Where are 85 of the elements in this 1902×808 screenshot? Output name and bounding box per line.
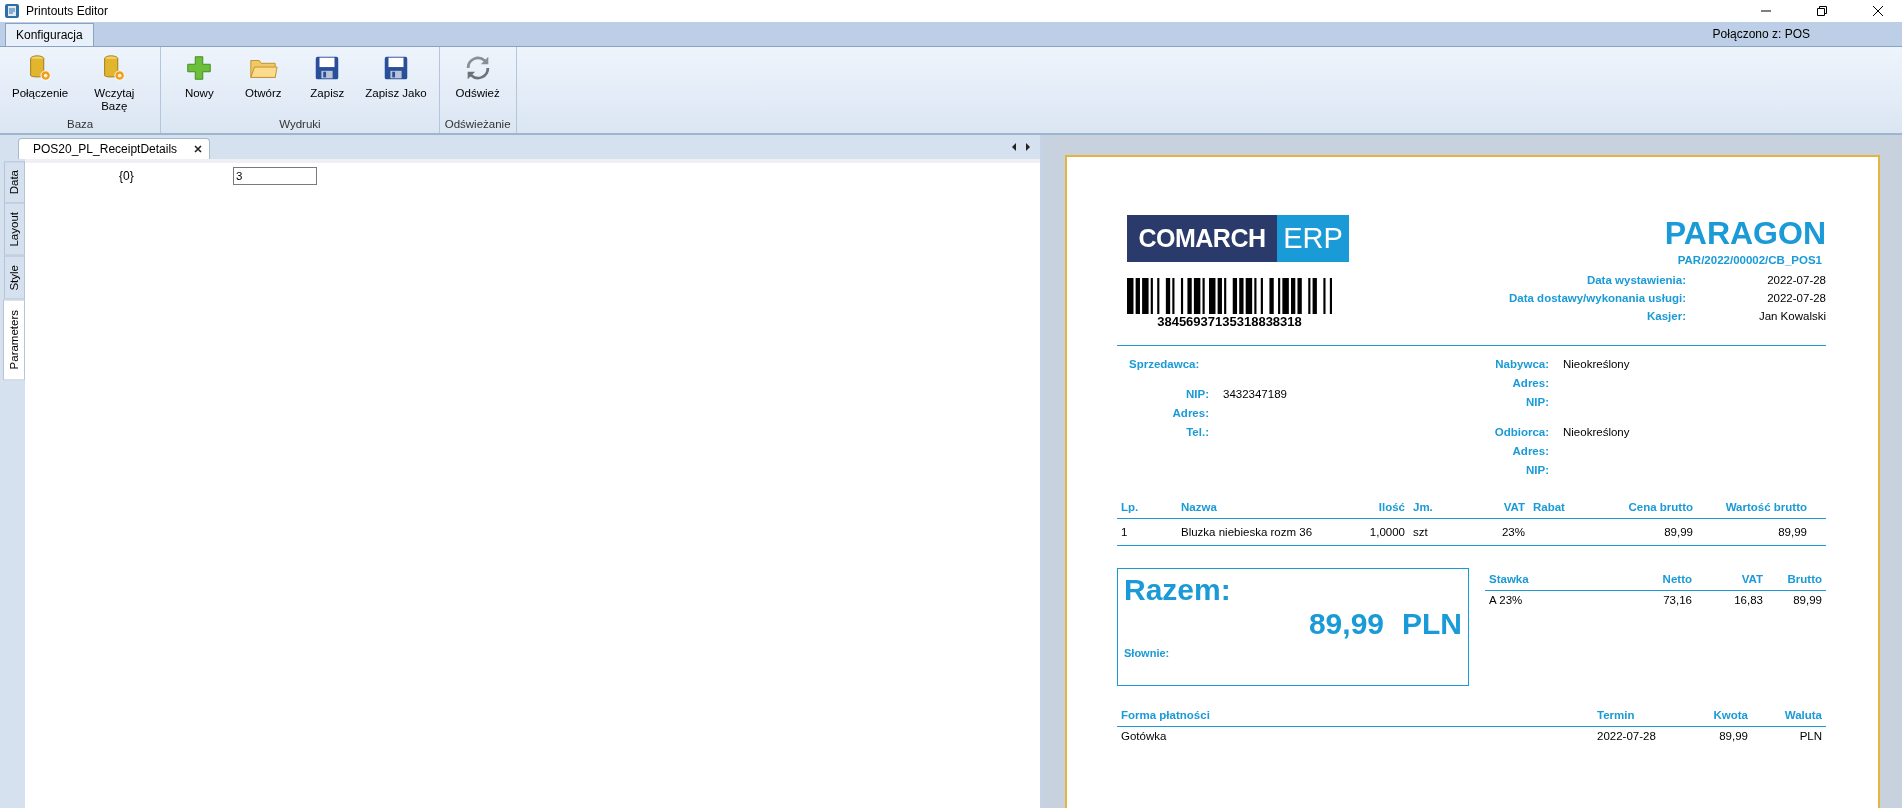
field-value: 3432347189 [1223, 388, 1288, 402]
column-header: Nazwa [1180, 500, 1218, 515]
column-header: VAT [1740, 572, 1764, 587]
restore-icon[interactable] [1816, 5, 1828, 17]
field-label: Data dostawy/wykonania usługi: [1509, 292, 1686, 304]
document-tab[interactable]: POS20_PL_ReceiptDetails [18, 138, 211, 159]
parameter-label: {0} [118, 169, 135, 183]
field-label: Słownie: [1124, 647, 1171, 659]
column-header: Termin [1596, 708, 1636, 723]
field-label: Odbiorca: [1493, 426, 1549, 440]
column-header: Cena brutto [1627, 500, 1694, 515]
logo-wordmark: ERP [1277, 215, 1349, 262]
side-tab[interactable]: Data [4, 161, 25, 204]
table-cell-text: 1 [1120, 525, 1129, 540]
side-tab[interactable]: Layout [4, 203, 25, 256]
table-cell-text: Bluzka niebieska rozm 36 [1180, 525, 1314, 540]
ribbon-button[interactable]: Otwórz [231, 51, 296, 118]
app-icon [4, 3, 20, 19]
column-header: Stawka [1488, 572, 1530, 587]
column-header: Rabat [1532, 500, 1566, 515]
table-cell-text: 89,99 [1718, 729, 1749, 744]
ribbon-button[interactable]: Zapisz [295, 51, 360, 118]
column-header: Wartość brutto [1724, 500, 1808, 515]
table-cell-text: 89,99 [1777, 525, 1808, 540]
table-cell-text: 89,99 [1663, 525, 1694, 540]
column-header: Lp. [1120, 500, 1140, 515]
column-header: Waluta [1783, 708, 1823, 723]
field-value: Nieokreślony [1563, 426, 1631, 440]
field-label: Kasjer: [1646, 310, 1686, 322]
column-header: Netto [1661, 572, 1693, 587]
field-label: Sprzedawca: [1129, 358, 1201, 370]
total-currency: PLN [1402, 607, 1462, 641]
total-amount: 89,99 [1308, 607, 1384, 641]
ribbon-group-label: Baza [66, 118, 95, 132]
ribbon-tab[interactable]: Konfiguracja [5, 23, 94, 46]
ribbon-button[interactable]: Zapisz Jako [359, 51, 433, 118]
table-cell-text: A 23% [1488, 593, 1524, 608]
ribbon-group-label: Odświeżanie [443, 118, 512, 132]
scroll-right-icon[interactable] [1024, 142, 1032, 152]
close-icon[interactable] [193, 144, 204, 154]
scroll-left-icon[interactable] [1010, 142, 1018, 152]
field-label: NIP: [1185, 388, 1209, 402]
window-title: Printouts Editor [26, 4, 109, 18]
table-cell-text: Gotówka [1120, 729, 1168, 744]
column-header: Forma płatności [1120, 708, 1211, 723]
logo-wordmark: COMARCH [1127, 215, 1277, 262]
field-label: Nabywca: [1494, 358, 1549, 372]
field-label: NIP: [1525, 396, 1549, 410]
field-value: Nieokreślony [1563, 358, 1631, 372]
column-header: Jm. [1412, 500, 1434, 515]
table-cell-text: 2022-07-28 [1596, 729, 1657, 744]
ribbon-button[interactable]: Połączenie [6, 51, 75, 118]
ribbon-group-label: Wydruki [278, 118, 322, 132]
ribbon-button[interactable]: Wczytaj Bazę [74, 51, 155, 118]
close-icon[interactable] [1872, 5, 1884, 17]
barcode-number: 38456937135318838318 [1156, 314, 1303, 329]
column-header: Kwota [1712, 708, 1749, 723]
total-label: Razem: [1124, 573, 1232, 607]
field-label: Adres: [1511, 445, 1549, 459]
field-label: Data wystawienia: [1585, 274, 1686, 286]
table-cell-text: 23% [1500, 525, 1526, 540]
ribbon-button[interactable]: Odśwież [445, 51, 510, 118]
field-label: NIP: [1525, 464, 1549, 478]
field-value: 2022-07-28 [1766, 292, 1826, 304]
table-cell-text: PLN [1798, 729, 1823, 744]
field-label: Adres: [1511, 377, 1549, 391]
ribbon-button[interactable]: Nowy [167, 51, 232, 118]
field-label: Adres: [1171, 407, 1209, 421]
field-value: Jan Kowalski [1757, 310, 1826, 322]
table-cell-text: 1,0000 [1368, 525, 1406, 540]
connection-status: Połączono z: POS [1712, 27, 1810, 41]
document-number: PAR/2022/00002/CB_POS1 [1677, 254, 1822, 266]
document-title: PARAGON [1664, 215, 1826, 252]
column-header: Brutto [1786, 572, 1823, 587]
side-tab[interactable]: Style [4, 255, 25, 300]
table-cell-text: 16,83 [1733, 593, 1764, 608]
parameter-input[interactable]: 3 [233, 167, 317, 185]
column-header: VAT [1502, 500, 1526, 515]
side-tab[interactable]: Parameters [3, 299, 25, 381]
field-label: Tel.: [1185, 426, 1209, 440]
table-cell-text: szt [1412, 525, 1429, 540]
table-cell-text: 89,99 [1792, 593, 1823, 608]
field-value: 2022-07-28 [1766, 274, 1826, 286]
table-cell-text: 73,16 [1662, 593, 1693, 608]
column-header: Ilość [1377, 500, 1406, 515]
